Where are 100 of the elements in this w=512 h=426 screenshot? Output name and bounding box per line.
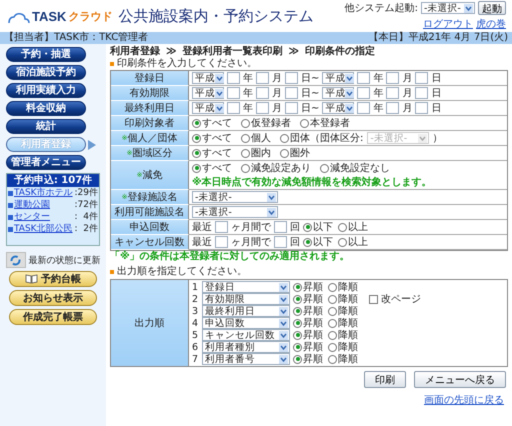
top-link[interactable]: 画面の先頭に戻る — [424, 393, 504, 407]
text-field[interactable] — [274, 221, 287, 233]
radio-button[interactable] — [338, 222, 347, 232]
nav-button[interactable]: 料金収納 — [6, 101, 86, 116]
launch-button[interactable]: 起動 — [478, 1, 506, 15]
radio-button[interactable] — [328, 330, 337, 340]
menu-button[interactable]: 作成完了帳票 — [9, 309, 97, 325]
radio-button[interactable] — [293, 330, 302, 340]
option-label: 昇順 — [303, 329, 323, 342]
radio-button[interactable] — [192, 118, 201, 128]
dropdown[interactable]: 平成 — [322, 87, 354, 99]
text-field[interactable] — [215, 221, 228, 233]
dropdown[interactable]: 有効期限 — [202, 293, 290, 305]
radio-button[interactable] — [280, 134, 289, 142]
text-field[interactable] — [415, 72, 428, 84]
dropdown[interactable]: キャンセル回数 — [202, 329, 290, 341]
text-field[interactable] — [256, 102, 269, 114]
radio-button[interactable] — [328, 342, 337, 352]
menu-button[interactable]: 予約台帳 — [9, 271, 97, 287]
radio-button[interactable] — [328, 318, 337, 328]
refresh-button[interactable] — [6, 252, 26, 268]
text-field[interactable] — [415, 87, 428, 99]
radio-button[interactable] — [293, 282, 302, 292]
option-label: 以上 — [348, 236, 368, 249]
dropdown[interactable]: 平成 — [322, 72, 354, 84]
dropdown[interactable]: -未選択- — [192, 206, 278, 218]
dropdown[interactable]: 平成 — [192, 102, 224, 114]
unit-label: 日 — [431, 102, 442, 115]
dropdown[interactable]: -未選択- — [421, 2, 475, 14]
option-label: 降順 — [338, 329, 358, 342]
text-field[interactable] — [285, 102, 298, 114]
dropdown[interactable]: 平成 — [322, 102, 354, 114]
facility-link[interactable]: TASK北部公民 — [14, 223, 74, 235]
radio-button[interactable] — [192, 134, 201, 142]
caret-icon — [279, 330, 288, 340]
dropdown[interactable]: -未選択- — [192, 191, 278, 203]
header-link[interactable]: 虎の巻 — [476, 17, 506, 31]
radio-button[interactable] — [241, 134, 250, 142]
dropdown[interactable]: 利用者番号 — [202, 353, 290, 365]
checkbox[interactable] — [369, 294, 378, 304]
radio-button[interactable] — [293, 294, 302, 304]
radio-button[interactable] — [293, 342, 302, 352]
radio-button[interactable] — [293, 318, 302, 328]
facility-link[interactable]: TASK市ホテル — [14, 187, 74, 199]
text-field[interactable] — [215, 236, 228, 248]
text-field[interactable] — [285, 87, 298, 99]
text-field[interactable] — [357, 72, 370, 84]
text-field[interactable] — [386, 87, 400, 99]
nav-button[interactable]: 予約・抽選 — [6, 47, 86, 62]
radio-button[interactable] — [320, 164, 329, 172]
radio-button[interactable] — [293, 354, 302, 364]
action-button[interactable]: 印刷 — [364, 371, 406, 388]
note-text: ※本日時点で有効な減免額情報を検索対象とします。 — [192, 175, 432, 189]
text-field[interactable] — [227, 72, 240, 84]
header-link[interactable]: ログアウト — [423, 17, 473, 31]
nav-button[interactable]: 統計 — [6, 119, 86, 134]
option-label: 降順 — [338, 353, 358, 366]
field-label: 減免 — [142, 168, 162, 182]
radio-button[interactable] — [303, 222, 312, 232]
radio-button[interactable] — [280, 148, 289, 158]
text-field[interactable] — [274, 236, 287, 248]
field-label: 利用可能施設名 — [114, 206, 184, 219]
dropdown[interactable]: 利用者種別 — [202, 341, 290, 353]
dropdown[interactable]: 申込回数 — [202, 317, 290, 329]
nav-button[interactable]: 管理者メニュー — [6, 155, 86, 170]
nav-button[interactable]: 宿泊施設予約 — [6, 65, 86, 80]
order-number: 2 — [192, 294, 199, 304]
menu-button[interactable]: お知らせ表示 — [9, 290, 97, 306]
radio-button[interactable] — [192, 164, 201, 172]
dropdown[interactable]: 登録日 — [202, 281, 290, 293]
text-field[interactable] — [227, 87, 240, 99]
facility-link[interactable]: 運動公園 — [14, 199, 74, 211]
text-field[interactable] — [415, 102, 428, 114]
action-button[interactable]: メニューへ戻る — [414, 371, 506, 388]
radio-button[interactable] — [328, 282, 337, 292]
radio-button[interactable] — [241, 118, 250, 128]
text-field[interactable] — [386, 102, 400, 114]
text-field[interactable] — [256, 87, 269, 99]
dropdown[interactable]: 平成 — [192, 72, 224, 84]
facility-link[interactable]: センター — [14, 211, 74, 223]
radio-button[interactable] — [303, 238, 312, 246]
text-field[interactable] — [256, 72, 269, 84]
cloud-icon — [8, 12, 30, 24]
radio-button[interactable] — [293, 306, 302, 316]
radio-button[interactable] — [192, 148, 201, 158]
radio-button[interactable] — [241, 164, 250, 172]
text-field[interactable] — [386, 72, 400, 84]
text-field[interactable] — [357, 102, 370, 114]
nav-button[interactable]: 利用実績入力 — [6, 83, 86, 98]
text-field[interactable] — [227, 102, 240, 114]
radio-button[interactable] — [300, 118, 309, 128]
text-field[interactable] — [357, 87, 370, 99]
radio-button[interactable] — [328, 354, 337, 364]
radio-button[interactable] — [338, 238, 347, 246]
radio-button[interactable] — [328, 294, 337, 304]
dropdown[interactable]: 平成 — [192, 87, 224, 99]
radio-button[interactable] — [241, 148, 250, 158]
text-field[interactable] — [285, 72, 298, 84]
radio-button[interactable] — [328, 306, 337, 316]
dropdown[interactable]: 最終利用日 — [202, 305, 290, 317]
